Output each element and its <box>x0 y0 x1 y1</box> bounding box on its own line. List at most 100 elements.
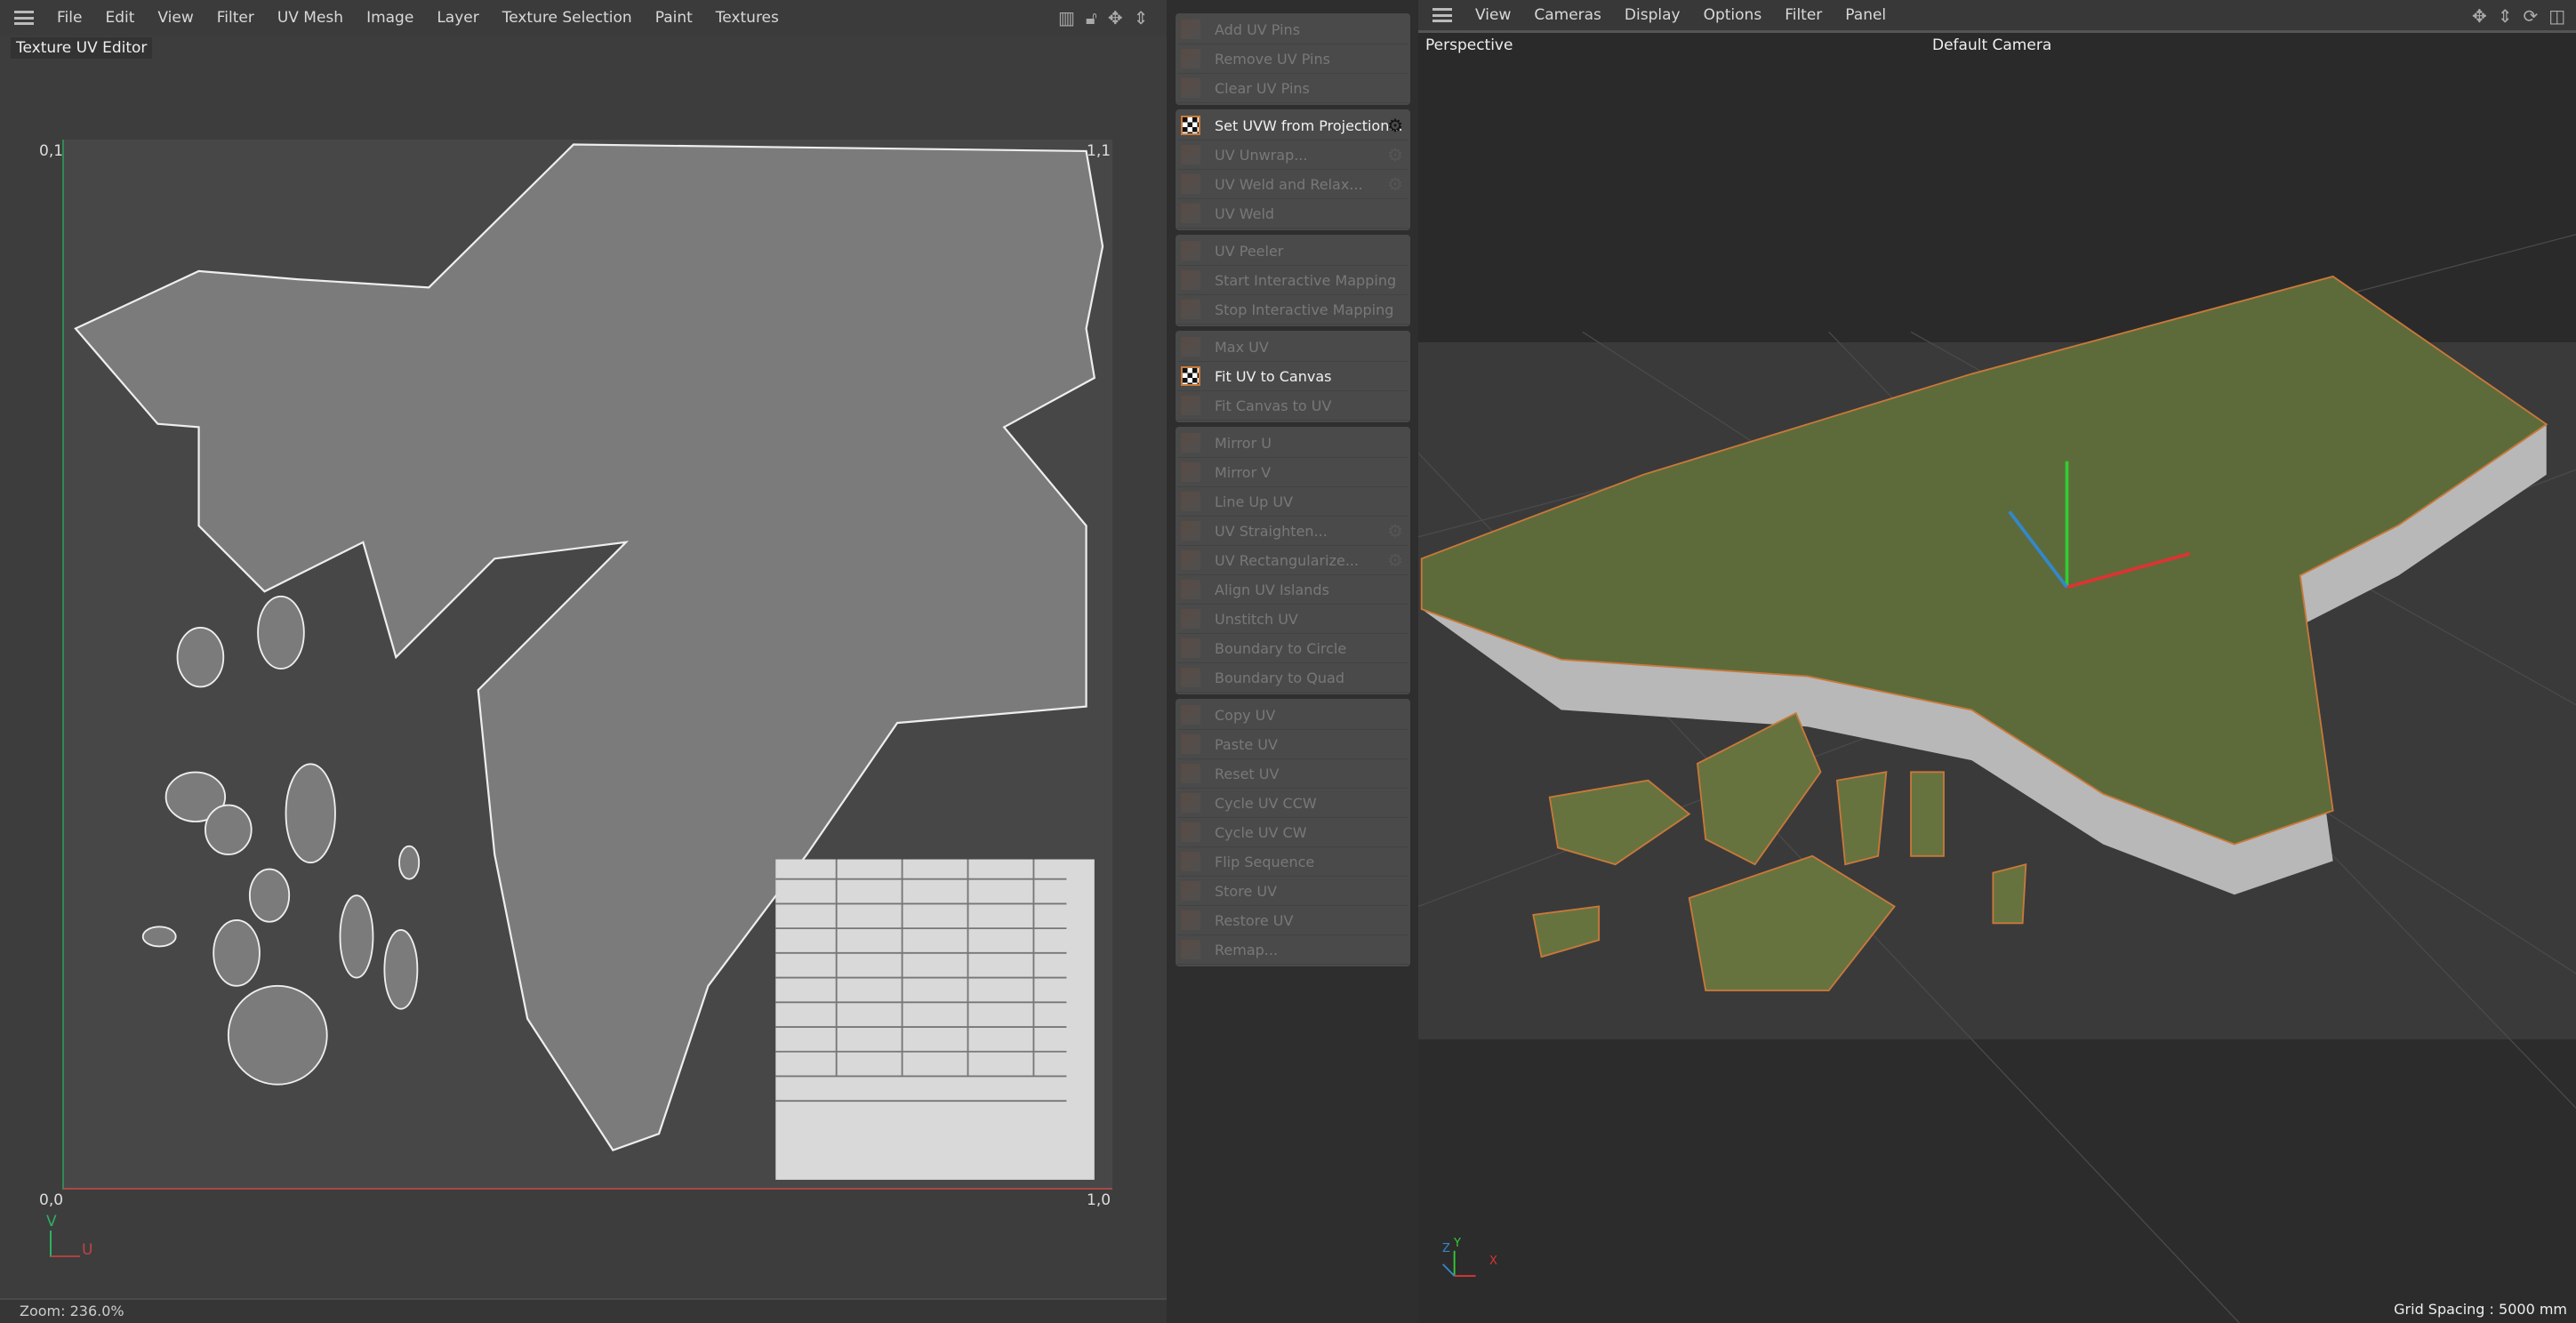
tool-label: UV Weld and Relax... <box>1215 175 1363 193</box>
histogram-icon[interactable]: ▥ <box>1058 7 1075 28</box>
tool-icon <box>1181 550 1200 570</box>
layout-icon[interactable]: ◫ <box>2548 5 2565 27</box>
menu-display[interactable]: Display <box>1625 6 1681 24</box>
menu-image[interactable]: Image <box>366 9 413 27</box>
menu-texture-selection[interactable]: Texture Selection <box>502 9 632 27</box>
tool-icon <box>1181 940 1200 959</box>
tool-icon <box>1181 270 1200 290</box>
tool-uv-rectangularize[interactable]: UV Rectangularize... ⚙ <box>1177 546 1408 575</box>
zoom-icon[interactable]: ⇕ <box>1134 7 1149 28</box>
uv-islands <box>74 143 1104 1180</box>
tool-paste-uv[interactable]: Paste UV <box>1177 730 1408 759</box>
tool-icon <box>1181 638 1200 658</box>
move-icon[interactable]: ✥ <box>1108 7 1123 28</box>
menu-filter[interactable]: Filter <box>1785 6 1822 24</box>
tool-restore-uv[interactable]: Restore UV <box>1177 906 1408 935</box>
tool-fit-uv-to-canvas[interactable]: Fit UV to Canvas <box>1177 362 1408 391</box>
tool-max-uv[interactable]: Max UV <box>1177 333 1408 362</box>
tool-icon <box>1181 396 1200 415</box>
tool-remap[interactable]: Remap... <box>1177 935 1408 965</box>
tool-reset-uv[interactable]: Reset UV <box>1177 759 1408 789</box>
menu-uv-mesh[interactable]: UV Mesh <box>277 9 343 27</box>
menu-view[interactable]: View <box>157 9 193 27</box>
zoom-icon[interactable]: ⇕ <box>2498 5 2513 27</box>
gear-icon[interactable]: ⚙ <box>1387 144 1403 165</box>
tool-label: UV Straighten... <box>1215 522 1328 540</box>
tool-label: Copy UV <box>1215 706 1276 724</box>
tool-flip-sequence[interactable]: Flip Sequence <box>1177 847 1408 877</box>
tool-uv-weld-and-relax[interactable]: UV Weld and Relax... ⚙ <box>1177 170 1408 199</box>
zoom-status: Zoom: 236.0% <box>0 1298 1167 1323</box>
tool-cycle-uv-ccw[interactable]: Cycle UV CCW <box>1177 789 1408 818</box>
tool-mirror-u[interactable]: Mirror U <box>1177 429 1408 458</box>
menu-filter[interactable]: Filter <box>217 9 254 27</box>
tool-label: Stop Interactive Mapping <box>1215 301 1394 318</box>
hamburger-menu-icon[interactable] <box>1432 8 1452 22</box>
menu-paint[interactable]: Paint <box>655 9 693 27</box>
tool-icon <box>1181 204 1200 223</box>
gear-icon[interactable]: ⚙ <box>1387 173 1403 195</box>
3d-viewport[interactable]: Perspective Default Camera Z Y X Grid Sp… <box>1418 33 2576 1323</box>
viewport-toolbar-icons: ✥ ⇕ ⟳ ◫ <box>2472 5 2565 27</box>
menu-view[interactable]: View <box>1475 6 1511 24</box>
uv-canvas[interactable] <box>62 140 1112 1190</box>
tool-label: Add UV Pins <box>1215 20 1301 38</box>
move-icon[interactable]: ✥ <box>2472 5 2487 27</box>
camera-label[interactable]: Default Camera <box>1932 36 2051 54</box>
hamburger-menu-icon[interactable] <box>14 11 34 25</box>
uv-islands-small <box>141 595 421 1086</box>
menu-edit[interactable]: Edit <box>105 9 134 27</box>
tool-copy-uv[interactable]: Copy UV <box>1177 701 1408 730</box>
tool-align-uv-islands[interactable]: Align UV Islands <box>1177 575 1408 605</box>
menu-options[interactable]: Options <box>1704 6 1762 24</box>
corner-label-bottom-right: 1,0 <box>1087 1191 1111 1209</box>
tool-store-uv[interactable]: Store UV <box>1177 877 1408 906</box>
menu-panel[interactable]: Panel <box>1845 6 1886 24</box>
gear-icon[interactable]: ⚙ <box>1387 549 1403 571</box>
rotate-icon[interactable]: ⟳ <box>2524 5 2539 27</box>
tool-icon <box>1181 705 1200 725</box>
tool-mirror-v[interactable]: Mirror V <box>1177 458 1408 487</box>
texture-atlas-preview <box>775 859 1095 1180</box>
tool-icon <box>1181 366 1200 386</box>
tool-fit-canvas-to-uv[interactable]: Fit Canvas to UV <box>1177 391 1408 421</box>
tool-stop-interactive-mapping[interactable]: Stop Interactive Mapping <box>1177 295 1408 325</box>
tool-icon <box>1181 734 1200 754</box>
tool-uv-weld[interactable]: UV Weld <box>1177 199 1408 229</box>
tool-label: Line Up UV <box>1215 493 1294 510</box>
tool-boundary-to-circle[interactable]: Boundary to Circle <box>1177 634 1408 663</box>
tool-unstitch-uv[interactable]: Unstitch UV <box>1177 605 1408 634</box>
tool-uv-unwrap[interactable]: UV Unwrap... ⚙ <box>1177 140 1408 170</box>
corner-label-bottom-left: 0,0 <box>39 1191 64 1209</box>
tool-set-uvw-from-projection[interactable]: Set UVW from Projection... ⚙ <box>1177 111 1408 140</box>
tool-label: Align UV Islands <box>1215 581 1329 598</box>
menu-textures[interactable]: Textures <box>716 9 779 27</box>
tool-icon <box>1181 852 1200 871</box>
gear-icon[interactable]: ⚙ <box>1387 115 1403 136</box>
tool-boundary-to-quad[interactable]: Boundary to Quad <box>1177 663 1408 693</box>
projection-label[interactable]: Perspective <box>1425 36 1513 54</box>
lock-icon[interactable]: 🔓︎ <box>1086 7 1097 28</box>
tool-remove-uv-pins[interactable]: Remove UV Pins <box>1177 44 1408 74</box>
tool-group: Copy UV Paste UV Reset UV Cycle UV CCW Cycle… <box>1176 699 1410 966</box>
tool-icon <box>1181 145 1200 164</box>
menu-file[interactable]: File <box>57 9 82 27</box>
tool-label: Flip Sequence <box>1215 853 1315 870</box>
tool-label: Boundary to Circle <box>1215 639 1347 657</box>
tool-label: Mirror U <box>1215 434 1272 452</box>
tool-start-interactive-mapping[interactable]: Start Interactive Mapping <box>1177 266 1408 295</box>
tool-label: Clear UV Pins <box>1215 79 1310 97</box>
tool-add-uv-pins[interactable]: Add UV Pins <box>1177 15 1408 44</box>
tool-cycle-uv-cw[interactable]: Cycle UV CW <box>1177 818 1408 847</box>
tool-label: UV Unwrap... <box>1215 146 1308 164</box>
menu-layer[interactable]: Layer <box>437 9 478 27</box>
tool-label: UV Weld <box>1215 204 1275 222</box>
tool-group: Set UVW from Projection... ⚙ UV Unwrap... ⚙… <box>1176 109 1410 230</box>
tool-line-up-uv[interactable]: Line Up UV <box>1177 487 1408 517</box>
tool-uv-straighten[interactable]: UV Straighten... ⚙ <box>1177 517 1408 546</box>
menu-cameras[interactable]: Cameras <box>1534 6 1601 24</box>
gear-icon[interactable]: ⚙ <box>1387 520 1403 541</box>
y-axis-label: Y <box>1454 1237 1461 1250</box>
tool-uv-peeler[interactable]: UV Peeler <box>1177 237 1408 266</box>
tool-clear-uv-pins[interactable]: Clear UV Pins <box>1177 74 1408 103</box>
